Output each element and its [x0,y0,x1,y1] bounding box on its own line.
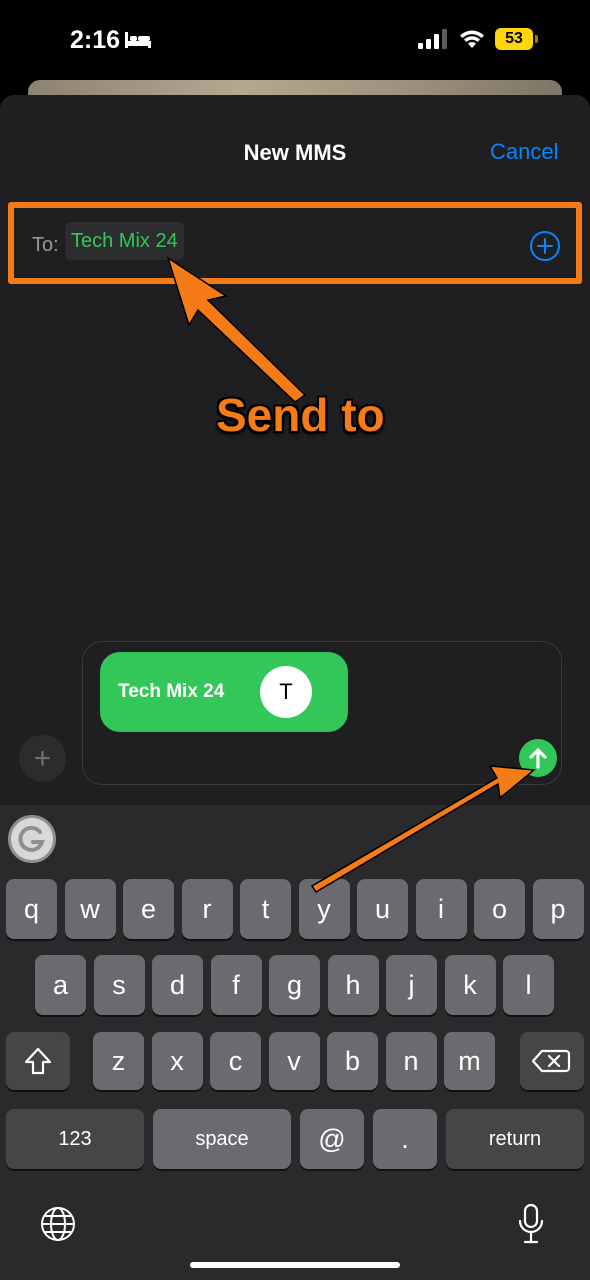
key-e[interactable]: e [123,879,174,939]
key-o[interactable]: o [474,879,525,939]
plus-circle-icon[interactable] [529,230,561,262]
signal-icon [418,29,447,49]
plus-icon[interactable]: + [19,735,66,782]
recipient-chip[interactable]: Tech Mix 24 [65,222,184,260]
contact-card-name: Tech Mix 24 [118,681,225,702]
bed-icon [125,32,151,48]
microphone-icon[interactable] [516,1203,546,1245]
status-time: 2:16 [70,26,121,54]
key-h[interactable]: h [327,955,379,1015]
numbers-key[interactable]: 123 [6,1109,144,1169]
key-x[interactable]: x [151,1032,203,1090]
key-i[interactable]: i [415,879,467,939]
key-p[interactable]: p [532,879,584,939]
key-q[interactable]: q [6,879,57,939]
to-label: To: [32,234,59,256]
battery-icon: 53 [495,28,539,50]
cancel-button[interactable]: Cancel [490,139,558,165]
key-j[interactable]: j [386,955,437,1015]
key-u[interactable]: u [357,879,408,939]
key-y[interactable]: y [298,879,350,939]
key-r[interactable]: r [181,879,233,939]
key-b[interactable]: b [327,1032,378,1090]
period-key[interactable]: . [373,1109,437,1169]
key-g[interactable]: g [269,955,320,1015]
key-c[interactable]: c [210,1032,261,1090]
shift-key[interactable] [6,1032,70,1090]
send-button[interactable] [519,739,557,777]
globe-icon[interactable] [39,1205,77,1243]
key-k[interactable]: k [444,955,496,1015]
contact-card[interactable]: Tech Mix 24 T [100,652,348,732]
backspace-icon [531,1049,571,1073]
return-key[interactable]: return [446,1109,584,1169]
key-v[interactable]: v [268,1032,320,1090]
key-z[interactable]: z [93,1032,144,1090]
key-a[interactable]: a [35,955,86,1015]
avatar: T [260,666,312,718]
status-bar: 2:16 53 [0,0,590,80]
key-w[interactable]: w [64,879,116,939]
key-t[interactable]: t [240,879,291,939]
home-indicator [190,1262,400,1268]
space-key[interactable]: space [153,1109,291,1169]
key-m[interactable]: m [444,1032,495,1090]
backspace-key[interactable] [520,1032,584,1090]
key-f[interactable]: f [210,955,262,1015]
arrow-up-icon [529,748,547,769]
key-l[interactable]: l [503,955,554,1015]
key-s[interactable]: s [93,955,145,1015]
shift-icon [24,1047,52,1075]
battery-level: 53 [495,28,533,50]
grammarly-icon[interactable] [8,815,56,863]
to-field[interactable]: To: Tech Mix 24 [8,202,582,284]
key-n[interactable]: n [385,1032,437,1090]
wifi-icon [460,30,484,48]
key-d[interactable]: d [152,955,203,1015]
annotation-label: Send to [216,389,385,441]
at-key[interactable]: @ [300,1109,364,1169]
